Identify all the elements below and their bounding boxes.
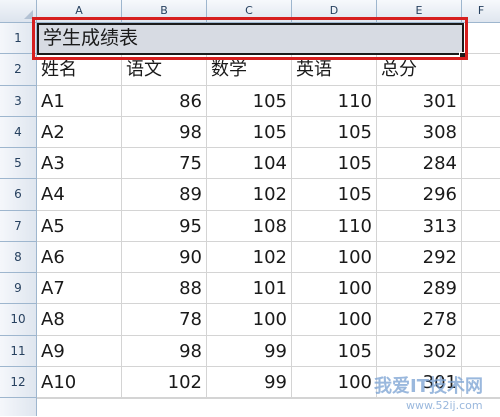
table-row: A10 102 99 100 301	[37, 366, 500, 398]
score-cell[interactable]: 110	[292, 85, 377, 117]
score-cell[interactable]: 105	[292, 335, 377, 367]
score-cell[interactable]: 86	[122, 85, 207, 117]
table-row: A9 98 99 105 302	[37, 335, 500, 367]
name-cell[interactable]: A9	[37, 335, 122, 367]
cell[interactable]	[462, 148, 500, 180]
cell[interactable]	[462, 242, 500, 273]
score-cell[interactable]: 88	[122, 273, 207, 305]
score-cell[interactable]: 100	[292, 273, 377, 305]
row-header-partial	[0, 398, 37, 416]
score-cell[interactable]: 105	[207, 116, 292, 148]
partial-row	[37, 398, 500, 417]
row-header[interactable]: 3	[0, 85, 37, 117]
score-cell[interactable]: 100	[292, 304, 377, 336]
row-header[interactable]: 4	[0, 116, 37, 148]
score-cell[interactable]: 99	[207, 366, 292, 398]
score-cell[interactable]: 104	[207, 148, 292, 180]
table-row: A1 86 105 110 301	[37, 85, 500, 117]
score-cell[interactable]: 105	[292, 116, 377, 148]
table-row: A2 98 105 105 308	[37, 116, 500, 148]
score-cell[interactable]: 89	[122, 179, 207, 211]
score-cell[interactable]: 75	[122, 148, 207, 180]
spreadsheet: A B C D E F 1 2 3 4 5 6 7 8 9 10 11 12 姓	[0, 0, 500, 416]
score-cell[interactable]: 289	[377, 273, 462, 305]
row-header[interactable]: 7	[0, 210, 37, 242]
cell[interactable]	[462, 367, 500, 398]
cell[interactable]	[462, 86, 500, 117]
name-cell[interactable]: A3	[37, 148, 122, 180]
name-cell[interactable]: A7	[37, 273, 122, 305]
row-header[interactable]: 8	[0, 241, 37, 273]
row-header[interactable]: 10	[0, 304, 37, 336]
score-cell[interactable]: 102	[122, 366, 207, 398]
score-cell[interactable]: 101	[207, 273, 292, 305]
row-header[interactable]: 12	[0, 366, 37, 398]
score-cell[interactable]: 78	[122, 304, 207, 336]
score-cell[interactable]: 98	[122, 116, 207, 148]
score-cell[interactable]: 100	[207, 304, 292, 336]
score-cell[interactable]: 301	[377, 366, 462, 398]
name-cell[interactable]: A2	[37, 116, 122, 148]
score-cell[interactable]: 278	[377, 304, 462, 336]
table-row: A7 88 101 100 289	[37, 273, 500, 305]
row-header[interactable]: 5	[0, 148, 37, 180]
cell[interactable]	[462, 273, 500, 305]
score-cell[interactable]: 284	[377, 148, 462, 180]
score-cell[interactable]: 100	[292, 241, 377, 273]
score-cell[interactable]: 313	[377, 210, 462, 242]
score-cell[interactable]: 105	[292, 148, 377, 180]
name-cell[interactable]: A10	[37, 366, 122, 398]
row-header[interactable]: 6	[0, 179, 37, 211]
score-cell[interactable]: 98	[122, 335, 207, 367]
name-cell[interactable]: A1	[37, 85, 122, 117]
row-header[interactable]: 11	[0, 335, 37, 367]
name-cell[interactable]: A5	[37, 210, 122, 242]
score-cell[interactable]: 99	[207, 335, 292, 367]
score-cell[interactable]: 301	[377, 85, 462, 117]
table-row: A5 95 108 110 313	[37, 210, 500, 242]
score-cell[interactable]: 102	[207, 179, 292, 211]
highlight-frame	[32, 17, 468, 60]
table-row: A3 75 104 105 284	[37, 148, 500, 180]
cell[interactable]	[462, 211, 500, 242]
score-cell[interactable]: 308	[377, 116, 462, 148]
cell[interactable]	[462, 336, 500, 367]
score-cell[interactable]: 296	[377, 179, 462, 211]
name-cell[interactable]: A6	[37, 241, 122, 273]
cell[interactable]	[462, 179, 500, 211]
score-cell[interactable]: 105	[292, 179, 377, 211]
table-row: A8 78 100 100 278	[37, 304, 500, 336]
score-cell[interactable]: 292	[377, 241, 462, 273]
score-cell[interactable]: 302	[377, 335, 462, 367]
score-cell[interactable]: 105	[207, 85, 292, 117]
table-row: A4 89 102 105 296	[37, 179, 500, 211]
cell-grid: 姓名 语文 数学 英语 总分 A1 86 105 110 301 A2 98 105 105 30…	[37, 23, 500, 398]
score-cell[interactable]: 102	[207, 241, 292, 273]
table-row: A6 90 102 100 292	[37, 241, 500, 273]
name-cell[interactable]: A4	[37, 179, 122, 211]
score-cell[interactable]: 90	[122, 241, 207, 273]
name-cell[interactable]: A8	[37, 304, 122, 336]
row-headers: 1 2 3 4 5 6 7 8 9 10 11 12	[0, 23, 37, 416]
score-cell[interactable]: 108	[207, 210, 292, 242]
cell[interactable]	[462, 117, 500, 148]
row-header[interactable]: 9	[0, 273, 37, 305]
score-cell[interactable]: 110	[292, 210, 377, 242]
score-cell[interactable]: 95	[122, 210, 207, 242]
cell[interactable]	[462, 304, 500, 336]
score-cell[interactable]: 100	[292, 366, 377, 398]
